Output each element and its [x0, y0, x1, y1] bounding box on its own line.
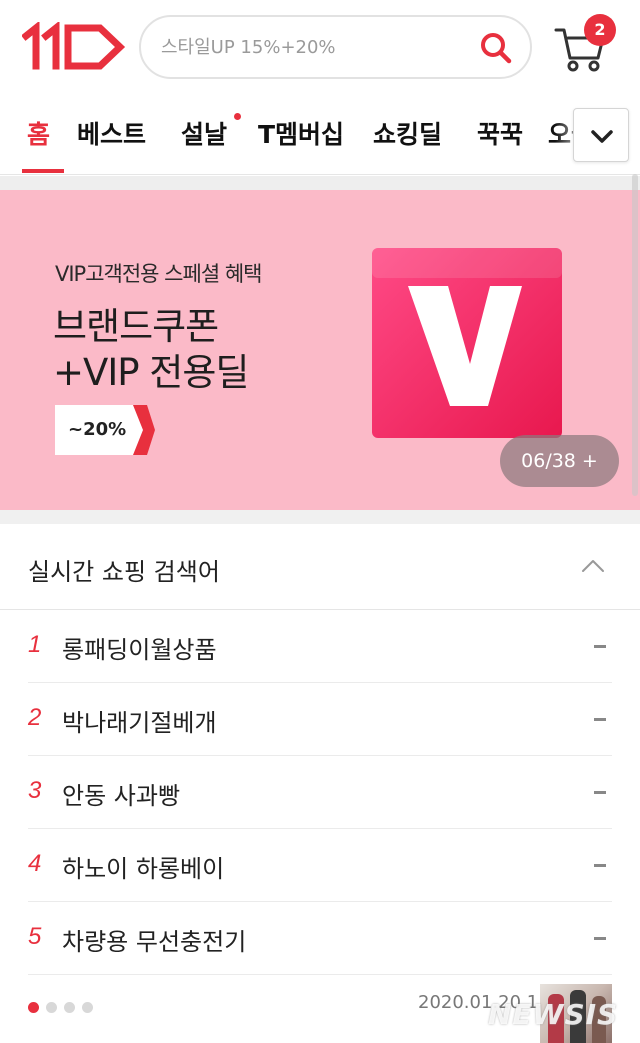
rank-unchanged-icon	[594, 791, 606, 794]
keyword-text: 차량용 무선충전기	[62, 928, 247, 956]
page-dot[interactable]	[82, 1002, 93, 1013]
promo-banner[interactable]: VIP고객전용 스페셜 혜택 브랜드쿠폰 +VIP 전용딜 ~20% 06/38…	[0, 190, 640, 510]
banner-title-line2: +VIP 전용딜	[53, 351, 249, 394]
tab-lunar-new-year[interactable]: 설날	[181, 115, 227, 151]
realtime-keywords-section: 실시간 쇼핑 검색어 1 롱패딩이월상품 2 박나래기절베개 3 안동 사과빵 …	[0, 524, 640, 1043]
rank-unchanged-icon	[594, 864, 606, 867]
keyword-rank: 5	[28, 923, 42, 950]
nav-expand-button[interactable]	[573, 108, 629, 162]
keyword-rank: 4	[28, 850, 42, 877]
keywords-title: 실시간 쇼핑 검색어	[28, 558, 220, 586]
vip-v-logo	[372, 248, 562, 438]
rank-unchanged-icon	[594, 937, 606, 940]
tab-best[interactable]: 베스트	[77, 115, 146, 151]
keyword-row[interactable]: 3 안동 사과빵	[28, 756, 612, 829]
search-bar[interactable]	[139, 15, 532, 79]
page-dot-active[interactable]	[28, 1002, 39, 1013]
header: 2	[0, 0, 640, 95]
cart-count-badge: 2	[584, 14, 616, 46]
chevron-down-icon	[591, 130, 613, 143]
keyword-row[interactable]: 2 박나래기절베개	[28, 683, 612, 756]
search-input[interactable]	[161, 29, 461, 65]
news-watermark: NEWSIS	[488, 998, 619, 1031]
category-nav: 홈 베스트 설날 T멤버십 쇼킹딜 꾹꾹 오늘	[0, 95, 640, 175]
page-indicator	[28, 998, 100, 1013]
keyword-rank: 1	[28, 631, 42, 658]
page-dot[interactable]	[46, 1002, 57, 1013]
page-scrollbar[interactable]	[632, 174, 638, 496]
coupon-discount: ~20%	[68, 419, 127, 440]
rank-unchanged-icon	[594, 718, 606, 721]
11st-logo[interactable]	[22, 22, 126, 72]
keyword-row[interactable]: 1 롱패딩이월상품	[28, 610, 612, 683]
rank-unchanged-icon	[594, 645, 606, 648]
tab-home[interactable]: 홈	[27, 115, 50, 151]
banner-subtitle: VIP고객전용 스페셜 혜택	[55, 262, 262, 286]
new-dot-indicator	[234, 113, 241, 120]
search-icon[interactable]	[479, 31, 513, 65]
keyword-text: 박나래기절베개	[62, 709, 217, 737]
keyword-text: 안동 사과빵	[62, 782, 181, 810]
keyword-list: 1 롱패딩이월상품 2 박나래기절베개 3 안동 사과빵 4 하노이 하롱베이 …	[0, 610, 640, 975]
keyword-text: 하노이 하롱베이	[62, 855, 225, 883]
page-dot[interactable]	[64, 1002, 75, 1013]
keyword-rank: 2	[28, 704, 42, 731]
active-tab-underline	[22, 169, 64, 173]
keyword-rank: 3	[28, 777, 42, 804]
keyword-row[interactable]: 5 차량용 무선충전기	[28, 902, 612, 975]
tab-shocking-deal[interactable]: 쇼킹딜	[373, 115, 442, 151]
keyword-text: 롱패딩이월상품	[62, 636, 217, 664]
keyword-row[interactable]: 4 하노이 하롱베이	[28, 829, 612, 902]
tab-t-membership[interactable]: T멤버십	[258, 115, 344, 151]
section-divider	[0, 510, 640, 524]
tab-kkukkkuk[interactable]: 꾹꾹	[477, 115, 523, 151]
chevron-up-icon[interactable]	[578, 554, 608, 578]
banner-counter-button[interactable]: 06/38 +	[500, 435, 619, 487]
